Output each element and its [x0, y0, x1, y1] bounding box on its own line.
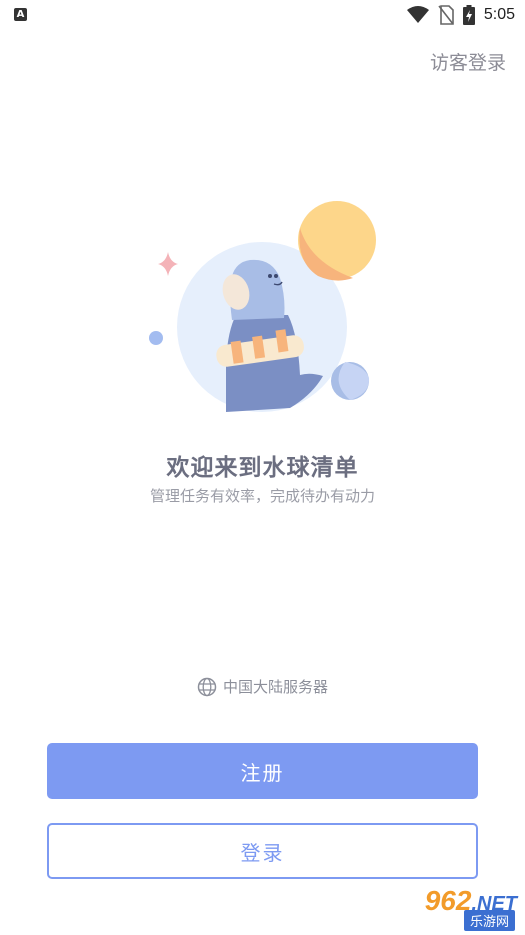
ball-shape — [331, 362, 370, 400]
moon-shape — [298, 201, 376, 281]
app-notification-icon: A — [14, 8, 27, 21]
wifi-icon — [406, 6, 429, 23]
status-bar: A 5:05 — [0, 0, 525, 30]
status-icons: 5:05 — [406, 4, 515, 26]
register-button[interactable]: 注册 — [47, 743, 478, 799]
server-selector[interactable]: 中国大陆服务器 — [0, 676, 525, 697]
status-time: 5:05 — [483, 6, 515, 23]
login-button[interactable]: 登录 — [47, 823, 478, 879]
small-dot — [149, 331, 163, 345]
welcome-subtitle: 管理任务有效率，完成待办有动力 — [149, 487, 375, 505]
guest-login-link[interactable]: 访客登录 — [430, 48, 506, 75]
welcome-illustration — [149, 201, 376, 412]
no-sim-icon — [438, 5, 454, 25]
watermark-site: 乐游网 — [463, 910, 515, 931]
battery-charging-icon — [462, 5, 475, 25]
globe-icon — [197, 677, 217, 696]
server-label: 中国大陆服务器 — [222, 678, 328, 696]
site-watermark: 962.NET 乐游网 — [391, 885, 519, 931]
welcome-title: 欢迎来到水球清单 — [166, 455, 359, 481]
sparkle-icon — [158, 252, 178, 276]
